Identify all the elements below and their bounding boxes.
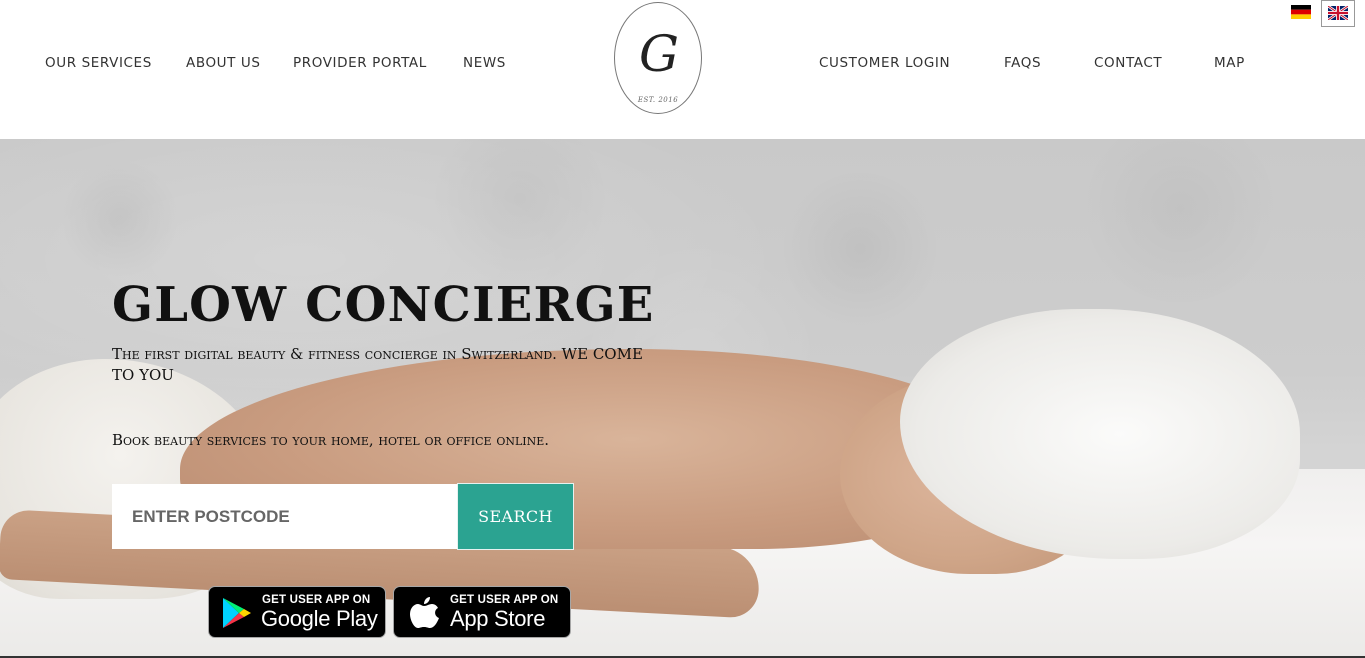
hero-subtitle: The first digital beauty & fitness conci… — [112, 345, 643, 384]
nav-contact[interactable]: CONTACT — [1094, 55, 1162, 71]
nav-faqs[interactable]: FAQS — [1004, 55, 1041, 71]
logo-established: EST. 2016 — [637, 96, 679, 104]
language-selected-en[interactable] — [1321, 0, 1355, 27]
google-play-big-text: Google Play — [261, 606, 378, 631]
postcode-input[interactable] — [112, 484, 457, 549]
site-header: OUR SERVICES ABOUT US PROVIDER PORTAL NE… — [0, 0, 1365, 139]
app-store-badge[interactable]: GET USER APP ON App Store — [393, 586, 571, 638]
hero-title: GLOW CONCIERGE — [112, 277, 655, 333]
nav-news[interactable]: NEWS — [463, 55, 506, 71]
nav-provider-portal[interactable]: PROVIDER PORTAL — [293, 55, 427, 71]
german-flag-icon[interactable] — [1291, 5, 1311, 19]
search-button[interactable]: SEARCH — [457, 483, 574, 550]
app-store-small-text: GET USER APP ON — [450, 594, 559, 606]
nav-customer-login[interactable]: CUSTOMER LOGIN — [819, 55, 950, 71]
nav-map[interactable]: MAP — [1214, 55, 1245, 71]
hero-banner: GLOW CONCIERGE The first digital beauty … — [0, 139, 1365, 658]
google-play-small-text: GET USER APP ON — [262, 594, 371, 606]
nav-about-us[interactable]: ABOUT US — [186, 55, 261, 71]
google-play-badge[interactable]: GET USER APP ON Google Play — [208, 586, 386, 638]
apple-icon — [410, 597, 439, 628]
site-logo[interactable]: G EST. 2016 — [598, 0, 718, 116]
hero-book-text: Book beauty services to your home, hotel… — [112, 431, 550, 449]
logo-letter: G — [639, 25, 679, 83]
app-store-big-text: App Store — [450, 606, 546, 631]
nav-our-services[interactable]: OUR SERVICES — [45, 55, 152, 71]
uk-flag-icon — [1328, 6, 1348, 20]
google-play-icon — [223, 598, 251, 628]
